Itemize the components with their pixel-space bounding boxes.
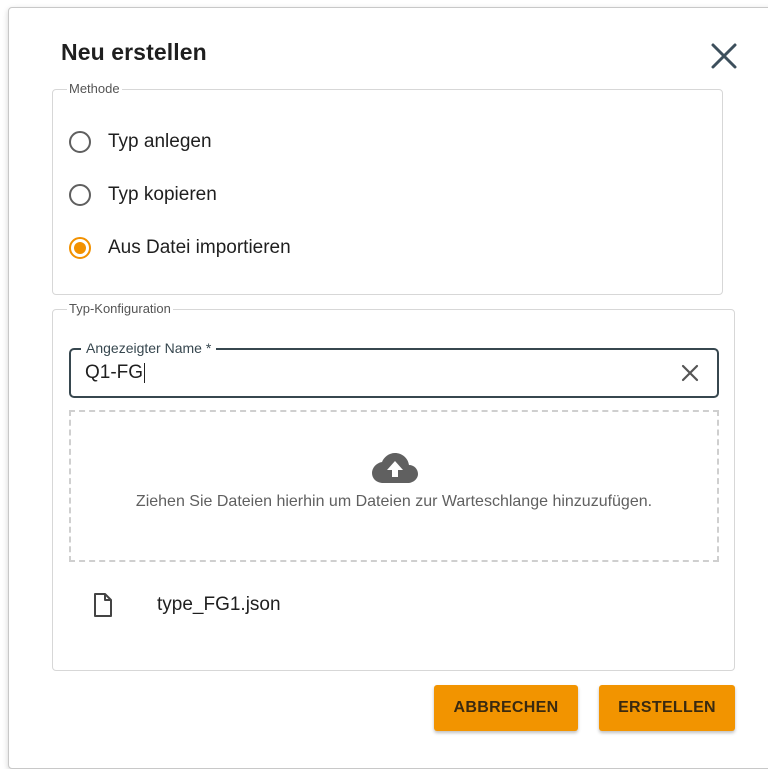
dialog-title: Neu erstellen bbox=[61, 39, 207, 65]
file-icon bbox=[94, 593, 112, 617]
clear-icon bbox=[681, 364, 699, 382]
text-caret bbox=[144, 362, 146, 383]
cancel-button[interactable]: ABBRECHEN bbox=[434, 685, 578, 731]
display-name-value: Q1-FG bbox=[85, 362, 144, 383]
display-name-input[interactable]: Q1-FG bbox=[85, 362, 645, 384]
clear-button[interactable] bbox=[679, 362, 701, 384]
typ-konfiguration-group: Typ-Konfiguration Angezeigter Name * Q1-… bbox=[52, 301, 735, 671]
radio-circle[interactable] bbox=[69, 131, 91, 153]
file-dropzone[interactable]: Ziehen Sie Dateien hierhin um Dateien zu… bbox=[69, 410, 719, 562]
radio-circle-checked[interactable] bbox=[69, 237, 91, 259]
radio-typ-anlegen[interactable]: Typ anlegen bbox=[69, 131, 212, 153]
radio-typ-kopieren[interactable]: Typ kopieren bbox=[69, 184, 217, 206]
file-list-item: type_FG1.json bbox=[93, 593, 281, 617]
radio-label: Typ kopieren bbox=[108, 184, 217, 205]
file-name: type_FG1.json bbox=[157, 594, 281, 615]
display-name-label: Angezeigter Name * bbox=[81, 339, 217, 357]
cloud-upload-icon bbox=[372, 453, 418, 483]
methode-group: Methode Typ anlegen Typ kopieren Aus Dat… bbox=[52, 81, 723, 295]
methode-legend: Methode bbox=[69, 81, 120, 96]
radio-label: Aus Datei importieren bbox=[108, 237, 291, 258]
dropzone-text: Ziehen Sie Dateien hierhin um Dateien zu… bbox=[135, 493, 653, 510]
create-button[interactable]: ERSTELLEN bbox=[599, 685, 735, 731]
radio-aus-datei-importieren[interactable]: Aus Datei importieren bbox=[69, 237, 291, 259]
display-name-field[interactable]: Angezeigter Name * Q1-FG bbox=[69, 339, 719, 398]
close-icon bbox=[711, 43, 737, 69]
close-button[interactable] bbox=[704, 36, 744, 76]
radio-label: Typ anlegen bbox=[108, 131, 212, 152]
config-legend: Typ-Konfiguration bbox=[69, 301, 171, 316]
radio-dot bbox=[74, 242, 86, 254]
radio-circle[interactable] bbox=[69, 184, 91, 206]
